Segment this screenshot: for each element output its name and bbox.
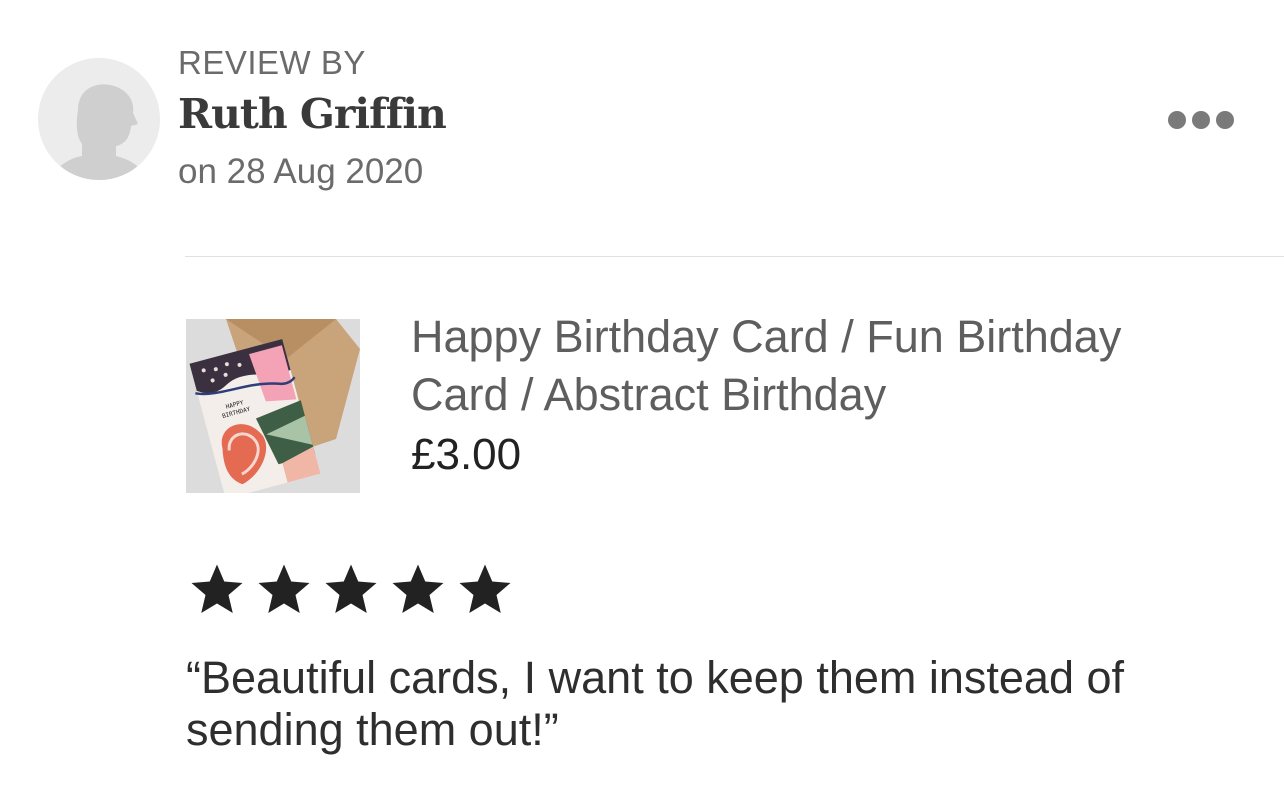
star-icon: [325, 564, 377, 613]
reviewer-avatar[interactable]: [38, 58, 160, 180]
star-icon: [258, 564, 310, 613]
reviewer-name[interactable]: Ruth Griffin: [178, 90, 447, 138]
birthday-card-image: HAPPY BIRTHDAY: [186, 319, 360, 493]
more-dots-icon: [1216, 111, 1234, 129]
review-date: on 28 Aug 2020: [178, 152, 424, 191]
review-by-label: REVIEW BY: [178, 44, 366, 81]
star-rating: [186, 560, 516, 620]
star-icon: [191, 564, 243, 613]
star-icon: [459, 564, 511, 613]
product-image[interactable]: HAPPY BIRTHDAY: [186, 319, 360, 493]
product-price: £3.00: [411, 430, 522, 479]
divider: [185, 256, 1284, 257]
more-dots-icon: [1192, 111, 1210, 129]
more-dots-icon: [1168, 111, 1186, 129]
user-silhouette-icon: [38, 58, 160, 180]
product-title-link[interactable]: Happy Birthday Card / Fun Birthday Card …: [411, 308, 1231, 424]
star-icon: [392, 564, 444, 613]
review-text: “Beautiful cards, I want to keep them in…: [186, 652, 1125, 755]
more-options-button[interactable]: [1156, 100, 1246, 140]
